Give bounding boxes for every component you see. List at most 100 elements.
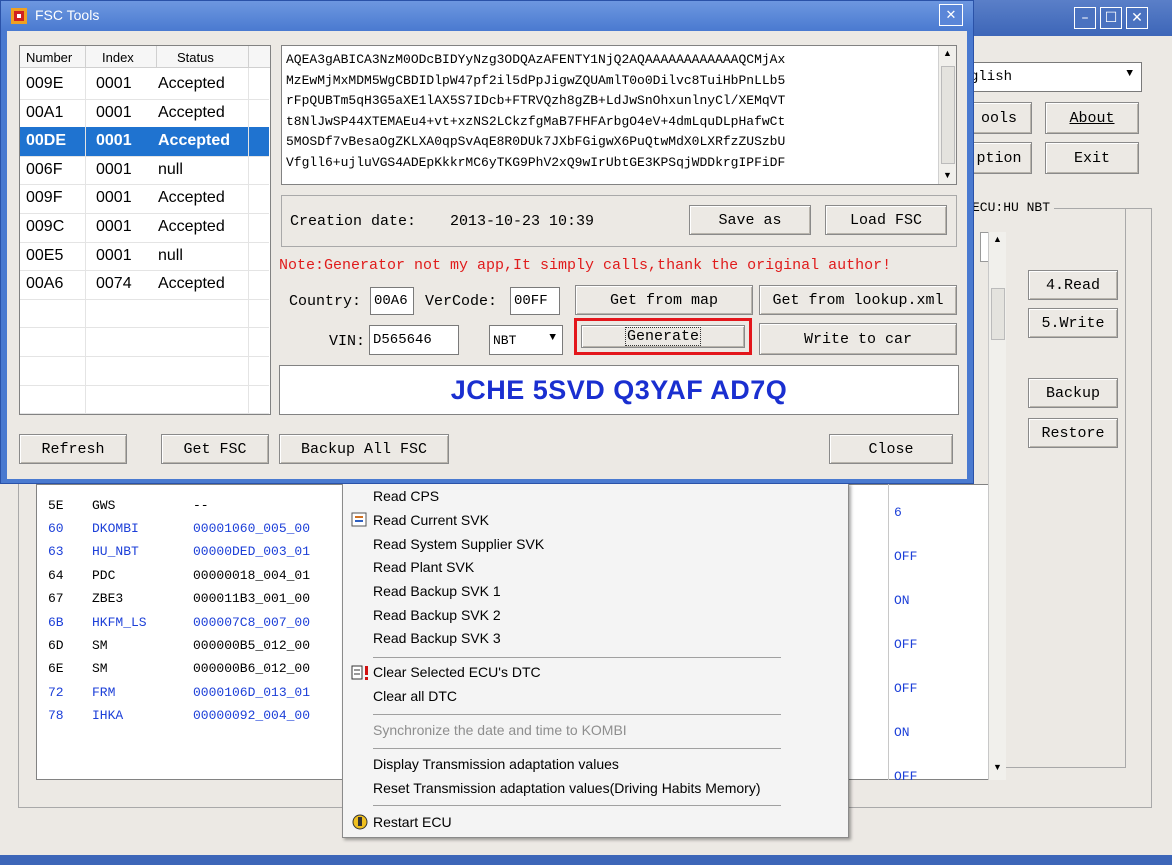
ecu-table-row[interactable]: 64 PDC 00000018_004_01 [40,564,345,586]
menu-item-read-current-svk[interactable]: Read Current SVK [373,512,489,528]
generated-code-box[interactable]: JCHE 5SVD Q3YAF AD7Q [279,365,959,415]
fsc-tools-dialog: FSC Tools ✕ Number Index Status 009E 0001… [0,0,974,484]
fsc-cell-number: 009E [26,75,64,92]
read-button[interactable]: 4.Read [1028,270,1118,300]
fsc-cell-index: 0001 [96,103,132,121]
column-number[interactable]: Number [26,50,72,65]
column-index[interactable]: Index [102,50,134,65]
get-from-lookup-label: Get from lookup.xml [772,291,944,309]
menu-item-read-backup-svk-2[interactable]: Read Backup SVK 2 [373,607,501,623]
load-fsc-label: Load FSC [849,211,922,229]
vin-value: D565646 [373,332,432,348]
menu-item-read-backup-svk-3[interactable]: Read Backup SVK 3 [373,630,501,646]
fsc-list-row[interactable]: 009C 0001 Accepted [20,213,269,243]
column-status[interactable]: Status [177,50,214,65]
ecu-cell-addr: 5E [48,497,64,513]
menu-item-display-adaptation[interactable]: Display Transmission adaptation values [373,756,619,772]
about-button[interactable]: About [1045,102,1139,134]
backup-all-fsc-button[interactable]: Backup All FSC [279,434,449,464]
ecu-table-row[interactable]: 78 IHKA 00000092_004_00 [40,705,345,727]
menu-item-clear-selected-dtc[interactable]: Clear Selected ECU's DTC [373,664,541,680]
scroll-down-icon[interactable]: ▼ [943,170,952,180]
menu-item-reset-adaptation[interactable]: Reset Transmission adaptation values(Dri… [373,780,760,796]
ecu-table-row[interactable]: 5E GWS -- [40,494,345,516]
save-as-button[interactable]: Save as [689,205,811,235]
country-input[interactable]: 00A6 [370,287,414,315]
ecu-table-row[interactable]: 60 DKOMBI 00001060_005_00 [40,517,345,539]
refresh-label: Refresh [41,440,105,458]
minimize-icon[interactable]: – [1074,7,1096,29]
fsc-cell-status: Accepted [158,103,225,121]
write-button[interactable]: 5.Write [1028,308,1118,338]
ecu-value-cell: OFF [894,549,918,564]
exit-button-label: Exit [1073,149,1110,167]
model-select[interactable]: NBT ▼ [489,325,563,355]
ecu-table-row[interactable]: 63 HU_NBT 00000DED_003_01 [40,541,345,563]
scroll-up-icon[interactable]: ▲ [993,234,1002,244]
generate-button[interactable]: Generate [581,325,745,348]
context-menu: Read CPS Read Current SVK Read System Su… [342,483,849,838]
fsc-list-row[interactable]: 00DE 0001 Accepted [20,127,269,157]
chevron-down-icon: ▼ [549,332,556,344]
fsc-cell-number: 00DE [26,132,67,150]
fsc-list-row[interactable]: 00E5 0001 null [20,242,269,272]
fsc-cell-index: 0001 [96,132,132,150]
fsc-list-row[interactable]: 00A1 0001 Accepted [20,99,269,129]
restore-button[interactable]: Restore [1028,418,1118,448]
ecu-cell-svk: 00000092_004_00 [193,708,311,724]
ecu-table-row[interactable]: 6E SM 000000B6_012_00 [40,658,345,680]
get-from-map-button[interactable]: Get from map [575,285,753,315]
close-icon[interactable]: ✕ [1126,7,1148,29]
fsc-list[interactable]: Number Index Status 009E 0001 Accepted 00A1… [19,45,271,415]
menu-item-read-backup-svk-1[interactable]: Read Backup SVK 1 [373,583,501,599]
get-from-lookup-button[interactable]: Get from lookup.xml [759,285,957,315]
fsc-list-row[interactable]: 006F 0001 null [20,156,269,186]
fsc-list-row[interactable]: 009E 0001 Accepted [20,70,269,100]
menu-item-restart-ecu[interactable]: Restart ECU [373,814,452,830]
fsc-text-area[interactable]: AQEA3gABICA3NzM0ODcBIDYyNzg3ODQAzAFENTY1… [281,45,957,185]
fsc-cell-number: 009F [26,189,63,207]
menu-item-clear-all-dtc[interactable]: Clear all DTC [373,688,457,704]
vin-label: VIN: [329,333,366,350]
scroll-up-icon[interactable]: ▲ [943,48,952,58]
fsc-dialog-title: FSC Tools [35,7,100,23]
ecu-scrollbar[interactable]: ▲ ▼ [988,232,1006,780]
write-to-car-button[interactable]: Write to car [759,323,957,355]
bottom-border [0,855,1172,865]
language-select[interactable]: glish ▼ [966,62,1142,92]
tools-button[interactable]: ools [966,102,1032,134]
scroll-thumb[interactable] [991,288,1005,340]
ecu-table-row[interactable]: 67 ZBE3 000011B3_001_00 [40,588,345,610]
ecu-table-row[interactable]: 72 FRM 0000106D_013_01 [40,681,345,703]
option-button[interactable]: ption [966,142,1032,174]
load-fsc-button[interactable]: Load FSC [825,205,947,235]
menu-item-read-plant-svk[interactable]: Read Plant SVK [373,559,474,575]
country-value: 00A6 [374,293,408,309]
fsc-close-icon[interactable]: ✕ [939,4,963,26]
maximize-icon[interactable]: ☐ [1100,7,1122,29]
vin-input[interactable]: D565646 [369,325,459,355]
scroll-down-icon[interactable]: ▼ [993,762,1002,772]
tools-button-label: ools [980,109,1017,127]
fsc-list-row[interactable]: 00A6 0074 Accepted [20,270,269,300]
ecu-table-row[interactable]: 6D SM 000000B5_012_00 [40,634,345,656]
close-label: Close [868,440,914,458]
ecu-cell-name: ZBE3 [92,591,124,607]
refresh-button[interactable]: Refresh [19,434,127,464]
backup-button[interactable]: Backup [1028,378,1118,408]
fsc-text-scrollbar[interactable]: ▲ ▼ [938,46,956,184]
fsc-list-empty-row [20,299,269,329]
exit-button[interactable]: Exit [1045,142,1139,174]
fsc-list-row[interactable]: 009F 0001 Accepted [20,184,269,214]
get-fsc-button[interactable]: Get FSC [161,434,269,464]
menu-item-read-cps[interactable]: Read CPS [373,488,439,504]
menu-item-read-supplier-svk[interactable]: Read System Supplier SVK [373,536,544,552]
scroll-thumb[interactable] [941,66,955,164]
ecu-table-row[interactable]: 6B HKFM_LS 000007C8_007_00 [40,611,345,633]
read-svk-icon [351,512,369,528]
ecu-cell-addr: 6B [48,614,64,630]
close-button[interactable]: Close [829,434,953,464]
fsc-list-empty-row [20,385,269,414]
fsc-cell-status: Accepted [158,275,225,293]
vercode-input[interactable]: 00FF [510,287,560,315]
